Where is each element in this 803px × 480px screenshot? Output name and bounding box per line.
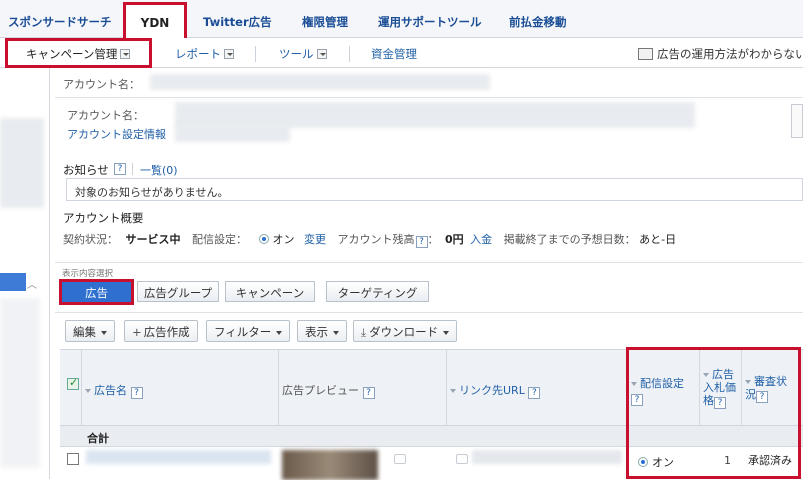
column-ad-name[interactable]: 広告名 ? [85,382,143,399]
tool-menu[interactable]: ツール [279,46,327,62]
tab-sponsored-search[interactable]: スポンサードサーチ [8,14,112,30]
comment-icon[interactable] [456,454,468,464]
divider [255,46,256,62]
column-link-url-label: リンク先URL [459,384,525,397]
report-menu-label: レポート [175,47,221,61]
help-icon[interactable]: ? [528,387,541,399]
link-url-redacted [472,450,622,464]
divider [55,312,803,313]
chevron-down-icon [120,49,131,59]
checkmark-icon: ✓ [69,376,79,389]
left-sidebar: ︿ [0,68,50,479]
delivery-radio-icon [258,233,273,246]
plus-icon: + [132,325,142,339]
divider [55,262,803,263]
account-name-label: アカウント名： [67,109,144,122]
view-adgroup-button[interactable]: 広告グループ [137,281,219,302]
download-label: ダウンロード [369,325,439,339]
tool-menu-label: ツール [279,47,314,61]
balance-label: アカウント残高 [337,233,415,246]
account-name-redacted [150,74,490,90]
column-link-url[interactable]: リンク先URL ? [450,382,541,399]
ad-name-redacted [86,450,271,464]
overview-title: アカウント概要 [63,211,144,225]
chevron-up-icon[interactable]: ︿ [27,276,43,291]
funds-menu[interactable]: 資金管理 [371,46,417,62]
divider [132,163,133,175]
column-preview: 広告プレビュー ? [282,382,375,399]
deposit-link[interactable]: 入金 [470,233,492,246]
delivery-value: オン [272,233,295,246]
display-dropdown[interactable]: 表示 [297,320,347,342]
contract-label: 契約状況： [63,233,118,246]
account-header-label: アカウント名： [63,78,140,91]
caret-down-icon [101,331,107,335]
help-icon[interactable]: ? [415,236,428,248]
divider [55,97,803,98]
sidebar-blurred-content [0,118,44,208]
caret-down-icon [443,331,450,335]
sidebar-selected-item[interactable] [0,273,26,291]
top-navigation: スポンサードサーチ Twitter広告 権限管理 運用サポートツール 前払金移動 [0,0,803,38]
display-label: 表示 [305,325,328,339]
view-targeting-button[interactable]: ターゲティング [326,281,429,302]
campaign-management-menu[interactable]: キャンペーン管理 [5,38,152,68]
view-caption: 表示内容選択 [62,269,114,279]
account-settings-link[interactable]: アカウント設定情報 [67,126,166,142]
filter-label: フィルター [214,325,272,339]
overview-row: 契約状況： サービス中 配信設定： オン 変更 アカウント残高?： 0円 入金 … [63,231,676,248]
ad-preview-image [282,450,378,480]
row-checkbox[interactable] [67,453,79,465]
view-ad-button[interactable]: 広告 [59,279,134,305]
help-icon[interactable]: ? [114,163,126,175]
help-link[interactable]: 広告の運用方法がわからない [638,46,803,62]
colon: ： [427,233,439,246]
notice-message: 対象のお知らせがありません。 [75,186,229,199]
edit-label: 編集 [73,325,96,339]
help-link-label: 広告の運用方法がわからない [657,47,803,61]
comment-icon[interactable] [394,454,406,464]
caret-down-icon [276,331,283,335]
notice-title: お知らせ [63,163,109,177]
divider [349,46,350,62]
chevron-down-icon [316,49,327,59]
chevron-down-icon [224,49,234,59]
select-all-checkbox[interactable]: ✓ [67,376,79,390]
column-preview-label: 広告プレビュー [282,384,359,397]
total-label: 合計 [87,432,109,445]
tab-twitter-ads[interactable]: Twitter広告 [203,14,272,30]
campaign-management-label: キャンペーン管理 [26,47,118,61]
contract-value: サービス中 [125,233,181,246]
tab-prepaid-transfer[interactable]: 前払金移動 [509,14,567,30]
highlight-annotation [626,347,801,479]
column-ad-name-label: 広告名 [94,384,127,397]
download-dropdown[interactable]: ⤓ ダウンロード [353,320,458,342]
help-icon[interactable]: ? [130,387,143,399]
view-campaign-button[interactable]: キャンペーン [225,281,315,302]
edit-dropdown[interactable]: 編集 [65,320,115,342]
caret-down-icon [333,331,339,335]
download-icon: ⤓ [361,325,367,339]
tab-support-tools[interactable]: 運用サポートツール [378,14,482,30]
account-info-redacted [175,124,290,142]
create-ad-label: 広告作成 [143,325,190,339]
change-link[interactable]: 変更 [304,233,326,246]
forecast-label: 掲載終了までの予想日数： [503,233,636,246]
report-menu[interactable]: レポート [175,46,234,62]
delivery-label: 配信設定： [192,233,247,246]
balance-value: 0円 [445,233,464,246]
filter-dropdown[interactable]: フィルター [206,320,291,342]
help-icon[interactable]: ? [362,387,375,399]
sidebar-blurred-list [0,298,40,468]
manual-icon [638,48,653,60]
side-panel-toggle[interactable] [791,104,803,138]
notice-box: 対象のお知らせがありません。 [66,178,803,201]
forecast-value: あと-日 [639,233,677,246]
create-ad-button[interactable]: + 広告作成 [124,320,198,342]
tab-ydn[interactable]: YDN [123,2,187,39]
tab-permissions[interactable]: 権限管理 [302,14,348,30]
notice-list-link[interactable]: 一覧(0) [140,162,178,178]
